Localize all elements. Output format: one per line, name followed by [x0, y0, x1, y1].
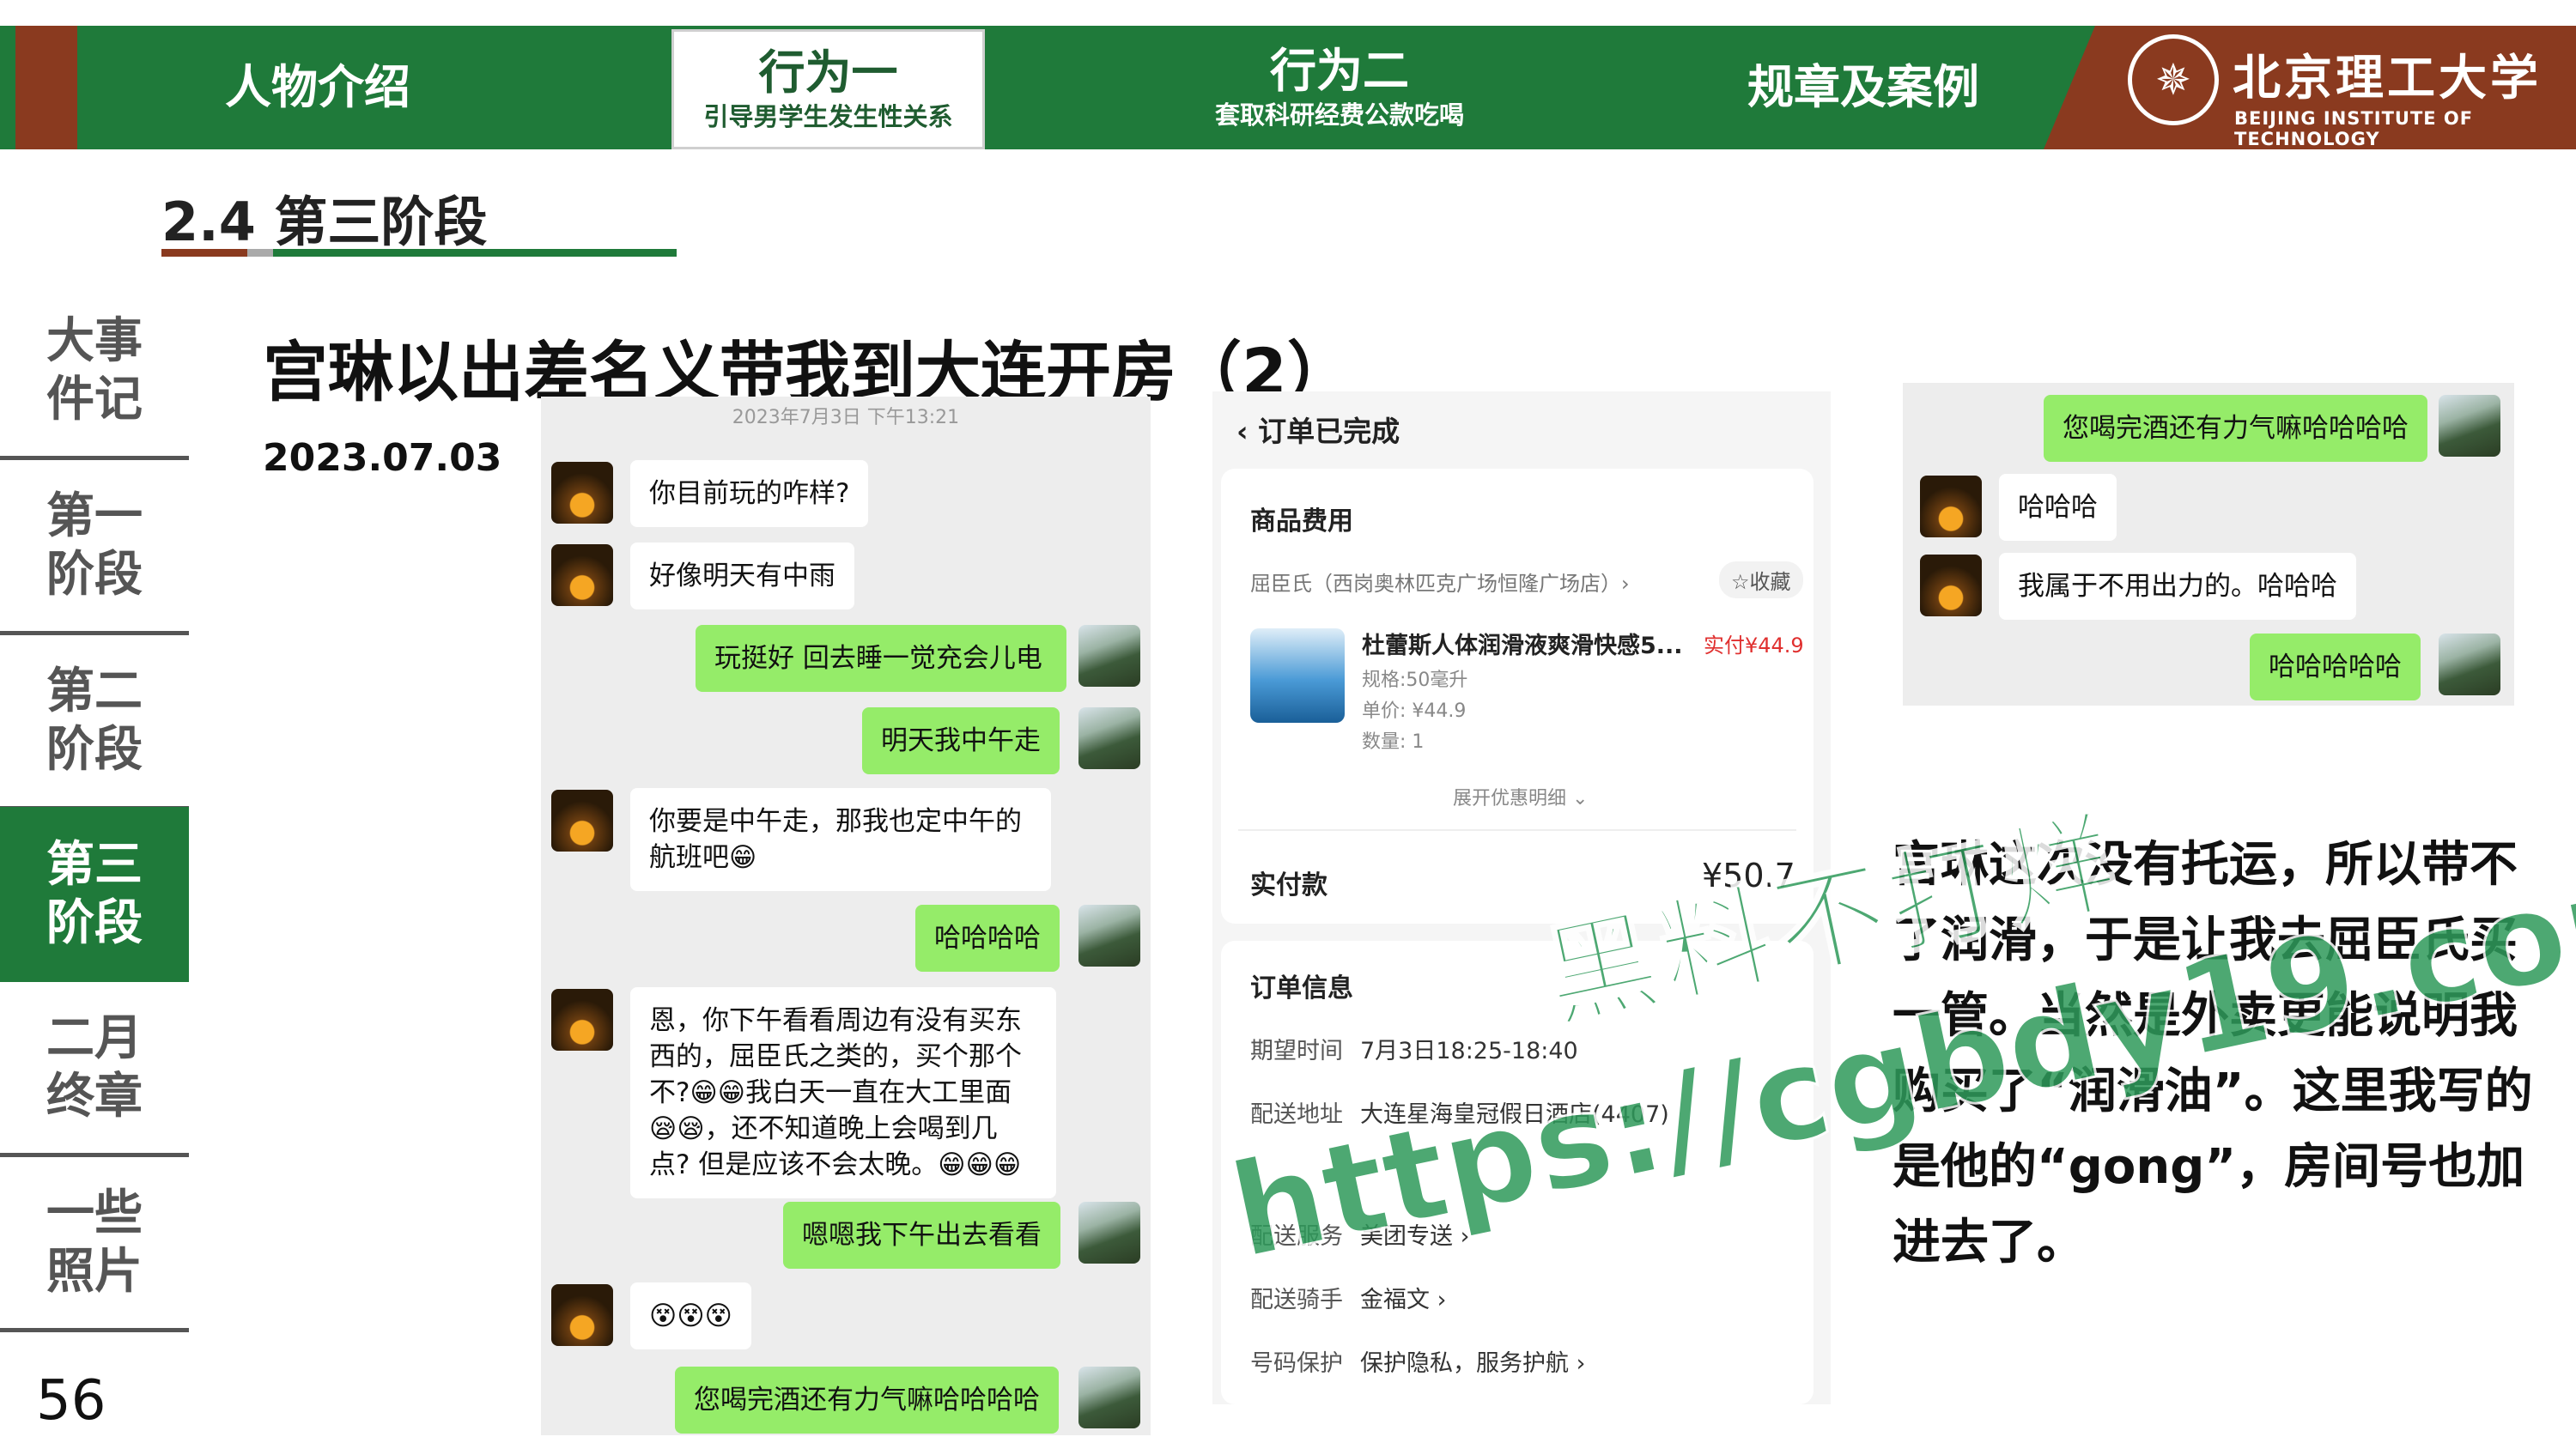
- info-key: 号码保护: [1250, 1350, 1343, 1377]
- back-chevron-icon[interactable]: ‹: [1236, 415, 1258, 448]
- chat-bubble: 您喝完酒还有力气嘛哈哈哈哈: [675, 1367, 1059, 1434]
- chat-screenshot-left: 2023年7月3日 下午13:21 你目前玩的咋样? 好像明天有中雨 玩挺好 回…: [541, 397, 1151, 1435]
- order-header: ‹ 订单已完成: [1236, 415, 1400, 448]
- info-value[interactable]: 保护隐私，服务护航 ›: [1360, 1344, 1585, 1378]
- info-value: 7月3日18:25-18:40: [1360, 1038, 1578, 1064]
- product-thumbnail: [1250, 628, 1345, 723]
- info-key: 配送骑手: [1250, 1287, 1343, 1313]
- product-quantity: 数量: 1: [1362, 731, 1425, 753]
- avatar: [2439, 634, 2500, 695]
- section-underline: [161, 249, 677, 257]
- total-label: 实付款: [1250, 870, 1327, 900]
- avatar: [1078, 707, 1140, 769]
- avatar: [1078, 1202, 1140, 1264]
- chat-bubble: 嗯嗯我下午出去看看: [783, 1202, 1060, 1269]
- fee-header: 商品费用: [1250, 506, 1353, 537]
- logo-name-en: BEIJING INSTITUTE OF TECHNOLOGY: [2234, 108, 2474, 149]
- sidebar-item-timeline[interactable]: 大事件记: [0, 285, 189, 460]
- avatar: [551, 462, 613, 524]
- avatar: [1078, 905, 1140, 967]
- tab-rules-cases[interactable]: 规章及案例: [1683, 26, 2044, 149]
- chat-bubble: 你目前玩的咋样?: [630, 460, 869, 527]
- chat-screenshot-right: 您喝完酒还有力气嘛哈哈哈哈 哈哈哈 我属于不用出力的。哈哈哈 哈哈哈哈哈: [1903, 383, 2514, 706]
- avatar: [2439, 395, 2500, 457]
- info-value[interactable]: 金福文 ›: [1360, 1281, 1446, 1314]
- avatar: [551, 1284, 613, 1346]
- sidebar-item-stage-two[interactable]: 第二阶段: [0, 635, 189, 810]
- logo-name-cn: 北京理工大学: [2233, 50, 2542, 106]
- avatar: [1078, 1367, 1140, 1428]
- avatar: [551, 544, 613, 606]
- product-unit-price: 单价: ¥44.9: [1362, 700, 1467, 722]
- chat-bubble: 哈哈哈哈: [915, 905, 1060, 972]
- slide-date: 2023.07.03: [263, 436, 502, 480]
- top-nav-bar: 人物介绍 行为一 引导男学生发生性关系 行为二 套取科研经费公款吃喝 规章及案例…: [0, 26, 2576, 149]
- chat-bubble: 你要是中午走，那我也定中午的航班吧😁: [630, 788, 1051, 891]
- nav-left-accent: [15, 26, 77, 149]
- favorite-button[interactable]: ☆收藏: [1719, 561, 1803, 598]
- page-number: 56: [36, 1369, 106, 1433]
- chat-timestamp: 2023年7月3日 下午13:21: [732, 407, 960, 428]
- avatar: [1078, 625, 1140, 687]
- chat-bubble: 明天我中午走: [862, 707, 1060, 774]
- expand-discount-link[interactable]: 展开优惠明细 ⌄: [1453, 783, 1588, 810]
- order-info-header: 订单信息: [1250, 973, 1353, 1003]
- tab-behavior-two[interactable]: 行为二 套取科研经费公款吃喝: [1159, 26, 1520, 149]
- sidebar-item-photos[interactable]: 一些照片: [0, 1157, 189, 1332]
- tab-behavior-one[interactable]: 行为一 引导男学生发生性关系: [671, 29, 985, 149]
- avatar: [551, 790, 613, 852]
- product-name: 杜蕾斯人体润滑液爽滑快感5...: [1362, 633, 1683, 659]
- divider: [1238, 829, 1796, 831]
- sidebar-item-february-finale[interactable]: 二月终章: [0, 982, 189, 1157]
- chat-bubble: 哈哈哈哈哈: [2250, 634, 2421, 700]
- section-title: 2.4 第三阶段: [161, 191, 488, 253]
- info-key: 期望时间: [1250, 1038, 1343, 1064]
- chat-bubble: 好像明天有中雨: [630, 543, 854, 609]
- store-link[interactable]: 屈臣氏（西岗奥林匹克广场恒隆广场店）›: [1250, 567, 1630, 597]
- chat-bubble: 😵😵😵: [630, 1282, 751, 1349]
- product-spec: 规格:50毫升: [1362, 670, 1468, 691]
- university-seal-icon: ✵: [2128, 34, 2219, 125]
- avatar: [551, 989, 613, 1051]
- chat-bubble: 恩，你下午看看周边有没有买东西的，屈臣氏之类的，买个那个不?😁😁我白天一直在大工…: [630, 987, 1056, 1198]
- sidebar-item-stage-three[interactable]: 第三阶段: [0, 807, 189, 982]
- chat-bubble: 哈哈哈: [1999, 474, 2117, 541]
- chat-bubble: 玩挺好 回去睡一觉充会儿电: [696, 625, 1066, 692]
- tab-character-intro[interactable]: 人物介绍: [155, 26, 481, 149]
- chat-bubble: 您喝完酒还有力气嘛哈哈哈哈: [2044, 395, 2427, 462]
- avatar: [1920, 555, 1982, 616]
- avatar: [1920, 476, 1982, 537]
- sidebar-item-stage-one[interactable]: 第一阶段: [0, 460, 189, 635]
- product-paid-price: 实付¥44.9: [1704, 634, 1804, 658]
- chat-bubble: 我属于不用出力的。哈哈哈: [1999, 553, 2356, 620]
